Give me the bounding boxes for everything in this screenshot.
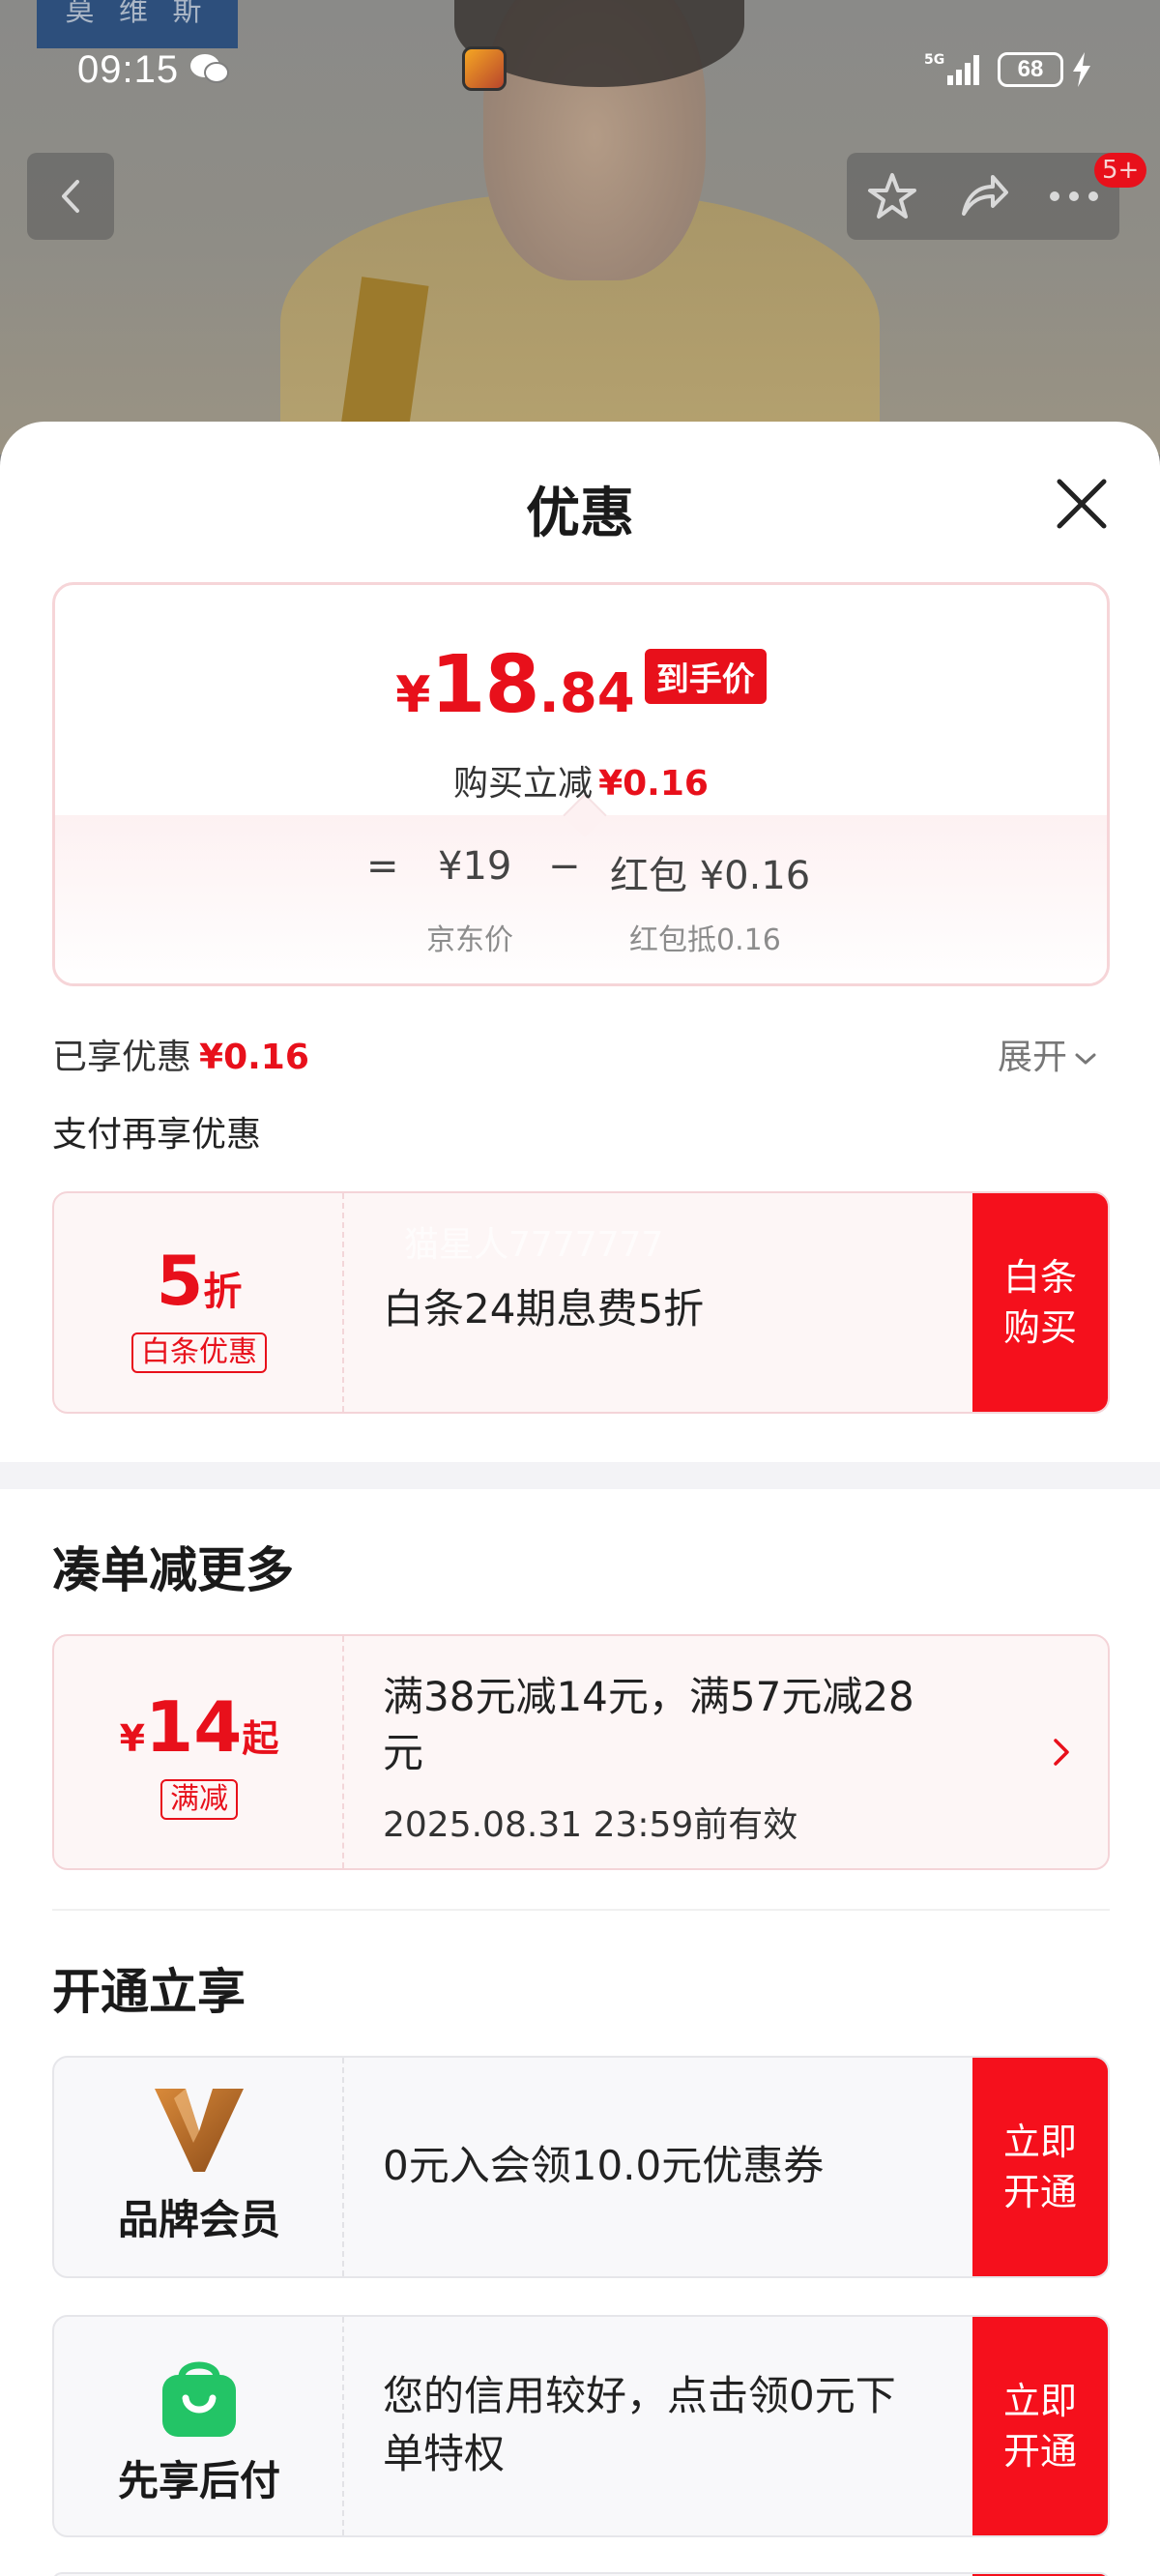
pay-later-card: 先享后付 您的信用较好，点击领0元下 单特权 立即开通 xyxy=(52,2315,1110,2537)
user-watermark: 猫星人7777777 xyxy=(404,1225,664,1265)
pay-later-text-line2: 单特权 xyxy=(383,2430,506,2477)
reduction-validity: 2025.08.31 23:59前有效 xyxy=(383,1805,798,1845)
enjoyed-discount: 已享优惠 ¥0.16 xyxy=(52,1029,309,1079)
expand-button[interactable]: 展开 xyxy=(998,1029,1098,1079)
svg-text:5G: 5G xyxy=(924,52,944,68)
section-title-open: 开通立享 xyxy=(52,1964,246,2020)
divider-line xyxy=(52,1909,1110,1911)
section-divider xyxy=(0,1462,1160,1489)
baitiao-buy-button[interactable]: 白条购买 xyxy=(972,1193,1108,1412)
coupon-left: 5折 白条优惠 xyxy=(54,1193,344,1412)
next-card-peek xyxy=(52,2572,1110,2576)
battery-indicator: 68 xyxy=(998,52,1063,87)
expand-label: 展开 xyxy=(998,1038,1068,1077)
instant-discount-label: 购买立减 xyxy=(453,764,594,804)
equals-sign: = xyxy=(366,844,399,889)
sheet-title: 优惠 xyxy=(526,483,634,545)
notification-badge: 5+ xyxy=(1094,153,1147,188)
brand-member-logo-icon xyxy=(155,2089,244,2172)
baitiao-tag: 白条优惠 xyxy=(131,1332,267,1373)
charging-bolt-icon xyxy=(1073,52,1090,87)
baitiao-discount-unit: 折 xyxy=(203,1270,243,1314)
baitiao-text: 白条24期息费5折 xyxy=(383,1285,705,1332)
floating-app-icon[interactable] xyxy=(462,46,507,91)
chevron-down-icon xyxy=(1075,1053,1096,1065)
pay-later-open-button[interactable]: 立即开通 xyxy=(972,2317,1108,2535)
reduction-suffix: 起 xyxy=(242,1717,279,1760)
member-left: 先享后付 xyxy=(54,2317,344,2535)
instant-discount-value: ¥0.16 xyxy=(598,764,709,804)
back-button[interactable] xyxy=(27,153,114,240)
share-icon xyxy=(962,175,1008,216)
status-bar: 09:15 5G 68 xyxy=(0,39,1160,97)
reduction-currency: ¥ xyxy=(119,1717,146,1760)
close-icon[interactable] xyxy=(1052,474,1112,534)
baitiao-discount-number: 5 xyxy=(156,1242,204,1321)
final-price: ¥18.84 到手价 xyxy=(55,639,1107,731)
price-breakdown-card: ¥18.84 到手价 购买立减 ¥0.16 = ¥19 − 红包 ¥0.16 京东价… xyxy=(52,582,1110,986)
jd-price-value: ¥19 xyxy=(438,844,512,889)
coupon-left: ¥14起 满减 xyxy=(54,1636,344,1868)
pay-later-text-line1: 您的信用较好，点击领0元下 xyxy=(383,2372,896,2419)
more-dots-icon xyxy=(1050,191,1098,201)
price-breakdown-lower xyxy=(55,815,1107,983)
section-title-more: 凑单减更多 xyxy=(52,1542,294,1598)
full-reduction-coupon[interactable]: ¥14起 满减 满38元减14元，满57元减28 元 2025.08.31 23… xyxy=(52,1634,1110,1870)
redpack-value: 红包 ¥0.16 xyxy=(610,854,811,898)
status-time: 09:15 xyxy=(77,48,180,91)
share-button[interactable] xyxy=(938,153,1029,240)
brand-member-name: 品牌会员 xyxy=(117,2196,280,2243)
pay-later-text: 您的信用较好，点击领0元下 单特权 xyxy=(383,2367,896,2483)
star-icon xyxy=(868,173,916,219)
reduction-amount: ¥14起 xyxy=(54,1686,344,1768)
brand-member-card: 品牌会员 0元入会领10.0元优惠券 立即开通 xyxy=(52,2056,1110,2278)
chevron-left-icon xyxy=(62,180,79,213)
top-action-group xyxy=(847,153,1119,240)
enjoyed-value: ¥0.16 xyxy=(199,1038,309,1077)
price-decimal: .84 xyxy=(538,662,635,725)
price-integer: 18 xyxy=(430,639,539,731)
instant-discount: 购买立减 ¥0.16 xyxy=(55,755,1107,805)
chevron-right-icon xyxy=(1054,1739,1069,1766)
pay-section-title: 支付再享优惠 xyxy=(52,1115,262,1155)
shopping-bag-icon xyxy=(162,2361,236,2437)
member-left: 品牌会员 xyxy=(54,2058,344,2276)
brand-member-open-button[interactable]: 立即开通 xyxy=(972,2058,1108,2276)
jd-price-label: 京东价 xyxy=(426,923,513,957)
baitiao-coupon: 5折 白条优惠 猫星人7777777 白条24期息费5折 白条购买 xyxy=(52,1191,1110,1414)
reduction-text: 满38元减14元，满57元减28 元 xyxy=(383,1669,914,1781)
reduction-value: 14 xyxy=(145,1686,243,1768)
reduction-text-line1: 满38元减14元，满57元减28 xyxy=(383,1673,914,1720)
reduction-tag: 满减 xyxy=(160,1779,238,1820)
enjoyed-label: 已享优惠 xyxy=(52,1038,192,1077)
brand-member-text: 0元入会领10.0元优惠券 xyxy=(383,2142,825,2189)
minus-sign: − xyxy=(548,844,581,889)
pay-later-name: 先享后付 xyxy=(117,2457,280,2504)
price-currency: ¥ xyxy=(395,666,431,724)
wechat-icon xyxy=(190,54,229,83)
discount-sheet: 优惠 ¥18.84 到手价 购买立减 ¥0.16 = ¥19 − 红包 ¥0.16 … xyxy=(0,422,1160,2576)
redpack-label: 红包抵0.16 xyxy=(629,923,781,957)
reduction-text-line2: 元 xyxy=(383,1729,424,1776)
favorite-button[interactable] xyxy=(847,153,938,240)
final-price-tag: 到手价 xyxy=(644,649,767,704)
baitiao-discount: 5折 xyxy=(54,1242,344,1321)
signal-5g-icon: 5G xyxy=(924,52,979,85)
